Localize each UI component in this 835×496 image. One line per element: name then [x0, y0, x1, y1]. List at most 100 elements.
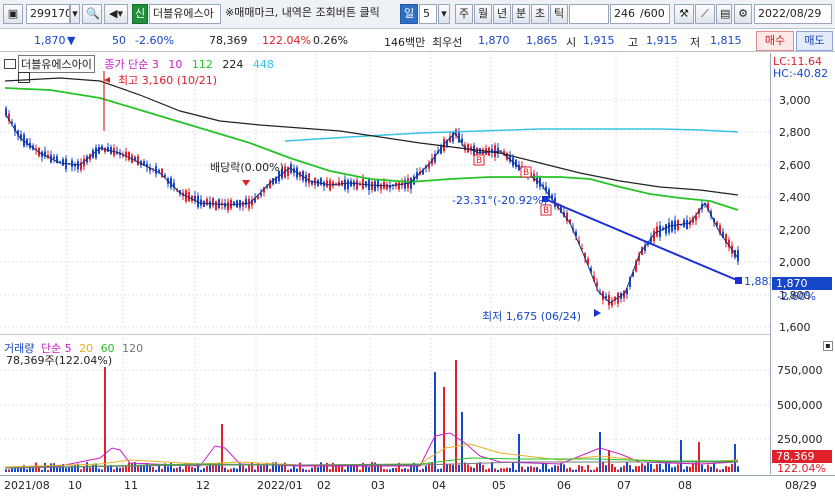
volume-bar: [101, 469, 103, 472]
legend-box-icon[interactable]: [4, 59, 16, 69]
volume-current: 78,369주(122.04%): [6, 354, 113, 367]
volume-bar: [14, 468, 16, 472]
buy-button[interactable]: 매수: [756, 31, 794, 51]
menu-icon[interactable]: ▣: [3, 4, 23, 24]
candle-body: [164, 174, 166, 177]
volume-bar: [452, 464, 454, 472]
period-week[interactable]: 주: [455, 4, 473, 24]
high-value: 1,915: [646, 34, 678, 47]
open-value: 1,915: [583, 34, 615, 47]
volume-chart-panel[interactable]: 거래량 단순 5 20 60 120 78,369주(122.04%): [0, 338, 770, 474]
volume-bar: [263, 464, 265, 472]
volume-legend-ma120[interactable]: 120: [122, 342, 143, 355]
change-value: 50: [112, 34, 126, 47]
sell-button[interactable]: 매도: [796, 31, 833, 51]
panel-options-icon[interactable]: ▪: [823, 341, 833, 351]
volume-bar: [488, 468, 490, 472]
volume-bar: [329, 469, 331, 472]
volume-bar: [32, 468, 34, 472]
volume-bar: [356, 465, 358, 472]
volume-bar: [242, 465, 244, 472]
period-month[interactable]: 월: [474, 4, 492, 24]
candle-body: [128, 151, 130, 160]
volume-bar: [722, 469, 724, 472]
volume-bar: [701, 464, 703, 472]
period-day[interactable]: 일: [400, 4, 418, 24]
volume-bar: [617, 469, 619, 472]
volume-bar: [251, 462, 253, 472]
volume-bar: [8, 469, 10, 472]
volume-bar: [425, 465, 427, 472]
volume-bar: [506, 467, 508, 472]
indicator-icon[interactable]: ⚒: [674, 4, 694, 24]
legend-ma448[interactable]: 448: [253, 58, 274, 71]
code-dropdown-icon[interactable]: ▾: [70, 4, 80, 24]
count-total: /600: [637, 4, 670, 24]
period-second[interactable]: 초: [531, 4, 549, 24]
candle-body: [53, 156, 55, 159]
volume-bar: [419, 469, 421, 472]
gear-icon[interactable]: ⚙: [734, 4, 752, 24]
candle-body: [341, 180, 343, 186]
volume-bar: [158, 465, 160, 472]
speaker-icon[interactable]: ◀▾: [104, 4, 128, 24]
count-input[interactable]: 246: [610, 4, 638, 24]
line-icon[interactable]: ⟋: [695, 4, 715, 24]
price-tick: 2,600: [779, 159, 811, 172]
volume-bar: [521, 466, 523, 472]
volume-bar: [509, 467, 511, 472]
high-annotation: 최고 3,160 (10/21): [118, 74, 218, 87]
legend-ma224[interactable]: 224: [222, 58, 243, 71]
volume-bar: [557, 465, 559, 472]
price-tick: 2,800: [779, 126, 811, 139]
volume-bar: [566, 468, 568, 472]
candle-body: [380, 184, 382, 190]
legend-indicator[interactable]: 종가 단순 3: [104, 58, 158, 71]
x-axis: 2021/08 10 11 12 2022/01 02 03 04 05 06 …: [0, 475, 835, 496]
volume-chart[interactable]: [0, 338, 770, 474]
volume-bar: [716, 468, 718, 472]
volume-gridlines: [0, 338, 770, 474]
trend-end-marker: [735, 277, 742, 284]
price-tick: 2,200: [779, 224, 811, 237]
trend-annotation: -23.31°(-20.92%): [452, 194, 548, 207]
search-icon[interactable]: 🔍: [82, 4, 102, 24]
volume-bar: [215, 464, 217, 472]
dividend-annotation: 배당락(0.00%): [210, 161, 284, 174]
date-tick: 03: [371, 479, 385, 492]
volume-bar: [74, 464, 76, 472]
price-chart[interactable]: B B B: [0, 53, 770, 335]
period-dropdown-icon[interactable]: ▾: [438, 4, 450, 24]
period-tick[interactable]: 틱: [550, 4, 568, 24]
volume-bar: [713, 463, 715, 472]
volume-bar: [116, 467, 118, 472]
legend-stock-name[interactable]: 더블유에스아이: [18, 55, 95, 73]
volume-bar: [680, 440, 682, 472]
drawing-icon[interactable]: ▤: [716, 4, 732, 24]
volume-bar: [581, 466, 583, 472]
period-n[interactable]: 5: [419, 4, 437, 24]
open-label: 시: [566, 36, 577, 49]
candle-body: [347, 180, 349, 190]
date-tick: 2021/08: [4, 479, 50, 492]
price-tick: 2,000: [779, 256, 811, 269]
volume-bar: [458, 464, 460, 472]
price-chart-panel[interactable]: B B B 더블유에스아이 종가 단순 3 10 112 224 448 최고 …: [0, 53, 776, 335]
date-tick: 05: [492, 479, 506, 492]
volume-bar: [470, 466, 472, 472]
volume-bar: [584, 469, 586, 472]
grid-toggle-icon[interactable]: [18, 72, 30, 83]
period-minute[interactable]: 분: [512, 4, 530, 24]
volume-bar: [344, 469, 346, 472]
date-input[interactable]: 2022/08/29: [754, 4, 832, 24]
legend-ma112[interactable]: 112: [192, 58, 213, 71]
tick-input[interactable]: [569, 4, 609, 24]
volume-bar: [674, 466, 676, 472]
code-input[interactable]: 299170: [26, 4, 70, 24]
date-tick-end: 08/29: [785, 479, 817, 492]
volume-bar: [422, 468, 424, 472]
current-rate-tag: -2.60%: [777, 290, 816, 303]
candle-body: [368, 178, 370, 191]
legend-ma10[interactable]: 10: [168, 58, 182, 71]
period-year[interactable]: 년: [493, 4, 511, 24]
